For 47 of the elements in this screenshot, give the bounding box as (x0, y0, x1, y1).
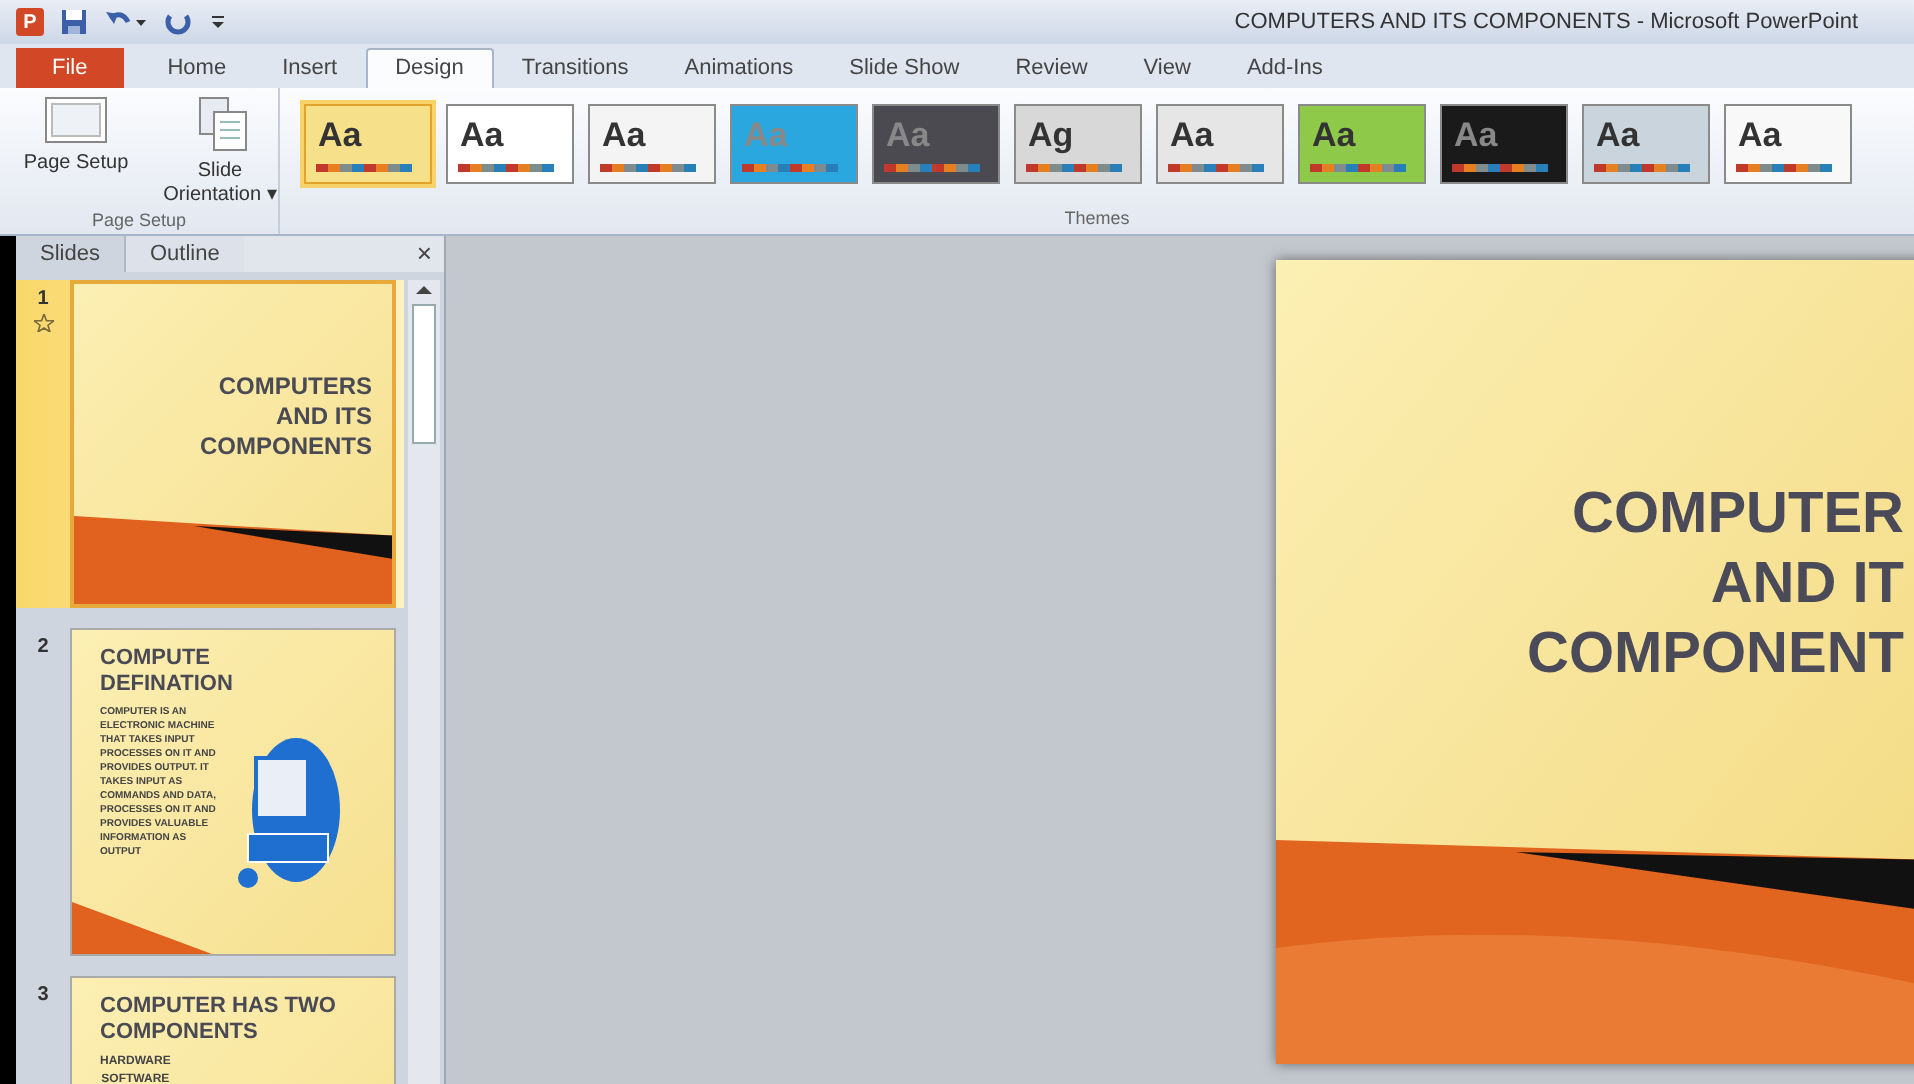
ribbon-tab[interactable]: Insert (254, 48, 366, 88)
slide-title: COMPUTERS AND ITS COMPONENTS (197, 372, 372, 462)
ribbon-tab[interactable]: Animations (656, 48, 822, 88)
theme-thumbnail[interactable]: Aa (588, 104, 716, 184)
theme-thumbnail[interactable]: Ag (1014, 104, 1142, 184)
slide-title: COMPUTE DEFINATION (100, 646, 235, 698)
ribbon-tab[interactable]: Slide Show (821, 48, 988, 88)
ribbon-tab[interactable]: Transitions (493, 48, 657, 88)
page-icon (44, 96, 108, 144)
save-icon[interactable] (60, 8, 88, 36)
star-icon (33, 314, 53, 332)
theme-thumbnail[interactable]: Aa (1582, 104, 1710, 184)
ribbon-tab[interactable]: Review (987, 48, 1116, 88)
scroll-thumb[interactable] (412, 304, 436, 444)
slide-title: COMPUTER HAS TWO COMPONENTS (100, 994, 338, 1046)
ribbon-tab[interactable]: Add-Ins (1218, 48, 1351, 88)
slide-thumbnail[interactable]: COMPUTERS AND ITS COMPONENTS (70, 280, 396, 608)
slide-title-line: AND IT (1710, 550, 1904, 620)
slide-number: 1 (37, 286, 49, 314)
ribbon-tab[interactable]: Home (139, 48, 255, 88)
window-title: COMPUTERS AND ITS COMPONENTS - Microsoft PowerPoint (1234, 7, 1858, 38)
app-logo-icon[interactable]: P (16, 8, 44, 36)
slide-canvas[interactable]: COMPUTER AND IT COMPONENT (1276, 260, 1914, 1064)
ribbon-button[interactable]: Page Setup (8, 96, 144, 176)
theme-thumbnail[interactable]: Aa (1440, 104, 1568, 184)
theme-thumbnail[interactable]: Aa (304, 104, 432, 184)
ribbon-tab[interactable]: Design (365, 48, 494, 88)
theme-thumbnail[interactable]: Aa (1724, 104, 1852, 184)
close-button[interactable]: × (404, 236, 444, 272)
slide-title-line: COMPONENT (1527, 620, 1904, 690)
slide-title-line: COMPUTER (1572, 480, 1904, 550)
slide-number: 2 (37, 634, 49, 662)
slide-thumbnail[interactable] (70, 628, 396, 956)
theme-thumbnail[interactable]: Aa (446, 104, 574, 184)
file-tab[interactable]: File (16, 48, 124, 88)
scroll-up-icon[interactable] (416, 280, 432, 300)
scrollbar[interactable] (408, 280, 440, 1084)
theme-thumbnail[interactable]: Aa (1298, 104, 1426, 184)
slide-row[interactable]: 1 COMPUTERS AND ITS COMPONENTS (16, 280, 404, 608)
pane-tab[interactable]: Outline (123, 236, 244, 272)
pane-tab[interactable]: Slides (16, 236, 124, 272)
theme-thumbnail[interactable]: Aa (1156, 104, 1284, 184)
ribbon-button[interactable]: Slide Orientation ▾ (152, 96, 288, 208)
group-label: Page Setup (89, 208, 189, 234)
group-label: Themes (1062, 205, 1132, 231)
ribbon-tab[interactable]: View (1115, 48, 1219, 88)
slide-number: 3 (37, 982, 49, 1010)
